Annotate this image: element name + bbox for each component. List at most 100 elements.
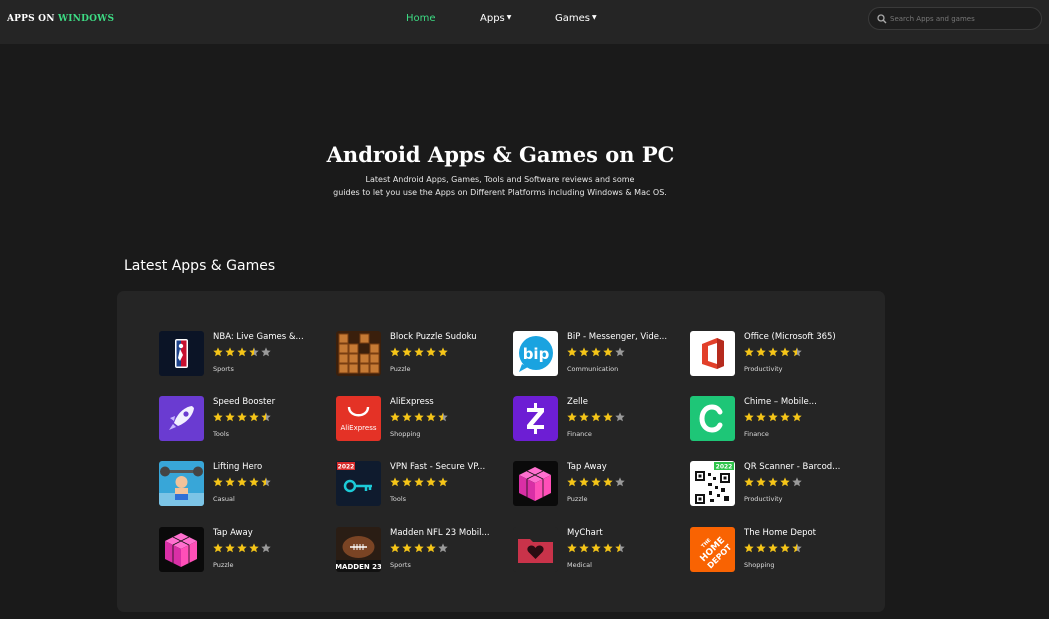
star-full-icon [402, 543, 412, 554]
star-full-icon [744, 412, 754, 423]
app-card[interactable]: Tap Away Puzzle [159, 527, 329, 575]
hero-title: Android Apps & Games on PC [326, 142, 675, 167]
star-full-icon [756, 477, 766, 488]
app-card[interactable]: Zelle Finance [513, 396, 683, 444]
app-name: AliExpress [390, 397, 434, 407]
star-rating [390, 477, 450, 488]
app-card[interactable]: Tap Away Puzzle [513, 461, 683, 509]
search-input[interactable] [890, 11, 1035, 26]
caret-down-icon: ▼ [591, 14, 597, 21]
star-full-icon [780, 347, 790, 358]
app-name: Lifting Hero [213, 462, 263, 472]
app-name: Tap Away [567, 462, 607, 472]
app-card[interactable]: MADDEN 23 Madden NFL 23 Mobil... Sports [336, 527, 506, 575]
star-full-icon [402, 412, 412, 423]
app-card[interactable]: 2022 VPN Fast - Secure VP... Tools [336, 461, 506, 509]
app-category: Shopping [390, 430, 421, 438]
star-full-icon [213, 477, 223, 488]
star-rating [390, 412, 450, 423]
star-full-icon [591, 347, 601, 358]
star-full-icon [237, 543, 247, 554]
star-empty-icon [792, 477, 802, 488]
star-rating [213, 477, 273, 488]
app-name: Madden NFL 23 Mobil... [390, 528, 490, 538]
svg-text:2022: 2022 [338, 464, 355, 471]
nav-games-menu[interactable]: Games ▼ [555, 13, 597, 24]
section-title: Latest Apps & Games [124, 258, 276, 274]
app-category: Sports [390, 561, 411, 569]
star-full-icon [579, 477, 589, 488]
star-empty-icon [438, 543, 448, 554]
app-card[interactable]: MyChart Medical [513, 527, 683, 575]
star-full-icon [414, 347, 424, 358]
nav-home-link[interactable]: Home [406, 13, 436, 24]
search-box[interactable] [868, 7, 1042, 30]
app-card[interactable]: 2022 QR Scanner - Barcod... Productivity [690, 461, 860, 509]
star-full-icon [768, 412, 778, 423]
star-full-icon [225, 477, 235, 488]
star-half-icon [249, 347, 259, 358]
qr-code-icon: 2022 [690, 461, 735, 506]
star-rating [567, 543, 627, 554]
app-card[interactable]: THE HOME DEPOT The Home Depot Shopping [690, 527, 860, 575]
nav-apps-label: Apps [480, 13, 505, 24]
star-full-icon [744, 477, 754, 488]
star-full-icon [768, 477, 778, 488]
nav-games-label: Games [555, 13, 590, 24]
star-rating [213, 543, 273, 554]
app-card[interactable]: Speed Booster Tools [159, 396, 329, 444]
app-card[interactable]: Chime – Mobile... Finance [690, 396, 860, 444]
star-half-icon [261, 477, 271, 488]
site-logo[interactable]: APPS ON WINDOWS [7, 14, 114, 24]
star-rating [567, 347, 627, 358]
star-full-icon [744, 347, 754, 358]
chime-c-icon [690, 396, 735, 441]
app-name: BiP - Messenger, Vide... [567, 332, 668, 342]
star-rating [744, 347, 804, 358]
star-full-icon [414, 477, 424, 488]
star-full-icon [567, 477, 577, 488]
star-half-icon [792, 543, 802, 554]
app-category: Puzzle [213, 561, 234, 569]
star-full-icon [249, 477, 259, 488]
weightlifter-icon [159, 461, 204, 506]
app-category: Casual [213, 495, 235, 503]
folder-heart-icon [513, 527, 558, 572]
star-full-icon [768, 347, 778, 358]
app-card[interactable]: bip BiP - Messenger, Vide... Communicati… [513, 331, 683, 379]
app-category: Finance [567, 430, 592, 438]
caret-down-icon: ▼ [506, 14, 512, 21]
star-empty-icon [615, 347, 625, 358]
svg-text:bip: bip [523, 345, 550, 363]
app-name: QR Scanner - Barcod... [744, 462, 841, 472]
app-card[interactable]: NBA: Live Games &... Sports [159, 331, 329, 379]
app-card[interactable]: Block Puzzle Sudoku Puzzle [336, 331, 506, 379]
zelle-z-icon [513, 396, 558, 441]
star-rating [744, 477, 804, 488]
star-full-icon [390, 543, 400, 554]
star-full-icon [225, 543, 235, 554]
pink-cube-icon [513, 461, 558, 506]
nav-home-label: Home [406, 13, 436, 24]
app-card[interactable]: Office (Microsoft 365) Productivity [690, 331, 860, 379]
star-empty-icon [615, 412, 625, 423]
star-full-icon [402, 477, 412, 488]
svg-text:2022: 2022 [716, 464, 733, 471]
rocket-icon [159, 396, 204, 441]
hero-subtitle-line: guides to let you use the Apps on Differ… [333, 188, 667, 197]
app-category: Puzzle [390, 365, 411, 373]
star-full-icon [438, 477, 448, 488]
star-full-icon [579, 543, 589, 554]
app-card[interactable]: AliExpress AliExpress Shopping [336, 396, 506, 444]
star-full-icon [213, 543, 223, 554]
star-full-icon [744, 543, 754, 554]
star-full-icon [792, 412, 802, 423]
bip-bubble-icon: bip [513, 331, 558, 376]
app-card[interactable]: Lifting Hero Casual [159, 461, 329, 509]
app-category: Shopping [744, 561, 775, 569]
star-full-icon [237, 477, 247, 488]
nav-apps-menu[interactable]: Apps ▼ [480, 13, 511, 24]
star-rating [567, 477, 627, 488]
star-rating [390, 543, 450, 554]
app-category: Puzzle [567, 495, 588, 503]
